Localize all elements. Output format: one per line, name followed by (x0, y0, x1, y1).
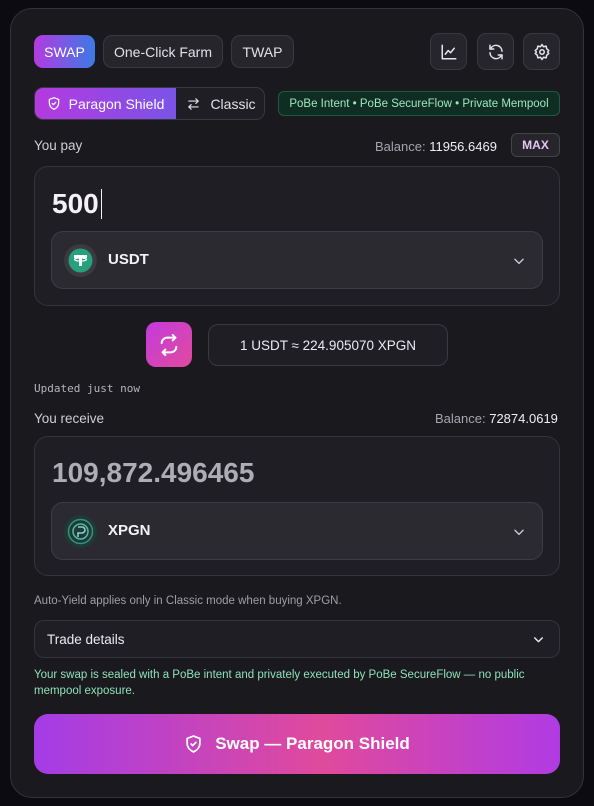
refresh-button[interactable] (477, 33, 514, 70)
receive-amount: 109,872.496465 (52, 457, 255, 488)
pay-balance: Balance: 11956.6469 (375, 139, 497, 154)
mode-paragon-shield[interactable]: Paragon Shield (35, 88, 176, 119)
shield-check-icon (186, 735, 201, 753)
settings-button[interactable] (523, 33, 560, 70)
swap-submit-button[interactable]: Swap — Paragon Shield (34, 714, 560, 774)
text-caret (100, 189, 103, 219)
chevron-down-icon (514, 258, 524, 265)
trade-details-label: Trade details (47, 632, 125, 647)
tab-twap[interactable]: TWAP (231, 35, 294, 68)
exchange-rate: 1 USDT ≈ 224.905070 XPGN (208, 324, 448, 366)
mode-classic[interactable]: Classic (176, 88, 264, 119)
chart-icon (441, 44, 456, 59)
shield-icon (48, 97, 59, 110)
tab-one-click-farm[interactable]: One-Click Farm (103, 35, 223, 68)
receive-balance-value: 72874.0619 (489, 411, 558, 426)
xpgn-token-icon (64, 515, 97, 548)
chart-button[interactable] (430, 33, 467, 70)
max-button[interactable]: MAX (511, 133, 560, 157)
rate-updated-text: Updated just now (34, 382, 140, 395)
settings-icon (534, 43, 549, 60)
auto-yield-note: Auto-Yield applies only in Classic mode … (34, 595, 342, 607)
receive-balance-label: Balance: (435, 411, 486, 426)
chevron-down-icon (514, 529, 524, 536)
receive-label: You receive (34, 411, 105, 426)
refresh-icon (488, 44, 503, 59)
mode-toggle: Paragon Shield Classic (34, 87, 265, 120)
privacy-notice: Your swap is sealed with a PoBe intent a… (34, 669, 525, 697)
pay-balance-value: 11956.6469 (429, 139, 497, 154)
usdt-token-icon (64, 244, 97, 277)
pay-label: You pay (34, 138, 83, 153)
swap-submit-label: Swap — Paragon Shield (215, 734, 410, 753)
mode-paragon-shield-label: Paragon Shield (68, 95, 165, 112)
pay-amount-input[interactable]: 500 (52, 186, 103, 222)
pay-amount-value: 500 (52, 188, 99, 219)
mode-classic-label: Classic (210, 95, 256, 112)
arrows-swap-icon (188, 97, 200, 110)
chevron-down-icon (534, 637, 543, 643)
pay-token-selector[interactable]: USDT (51, 231, 543, 289)
pay-token-name: USDT (108, 251, 149, 268)
receive-balance: Balance: 72874.0619 (435, 411, 558, 426)
receive-panel: 109,872.496465 XPGN (34, 436, 560, 576)
tab-swap[interactable]: SWAP (34, 35, 95, 68)
pay-panel: 500 USDT (34, 166, 560, 306)
trade-details-toggle[interactable]: Trade details (34, 620, 560, 658)
swap-direction-button[interactable] (146, 322, 192, 367)
pay-balance-label: Balance: (375, 139, 426, 154)
receive-token-name: XPGN (108, 522, 151, 539)
privacy-features-badge: PoBe Intent • PoBe SecureFlow • Private … (278, 91, 560, 116)
swap-arrows-icon (160, 333, 178, 356)
receive-token-selector[interactable]: XPGN (51, 502, 543, 560)
